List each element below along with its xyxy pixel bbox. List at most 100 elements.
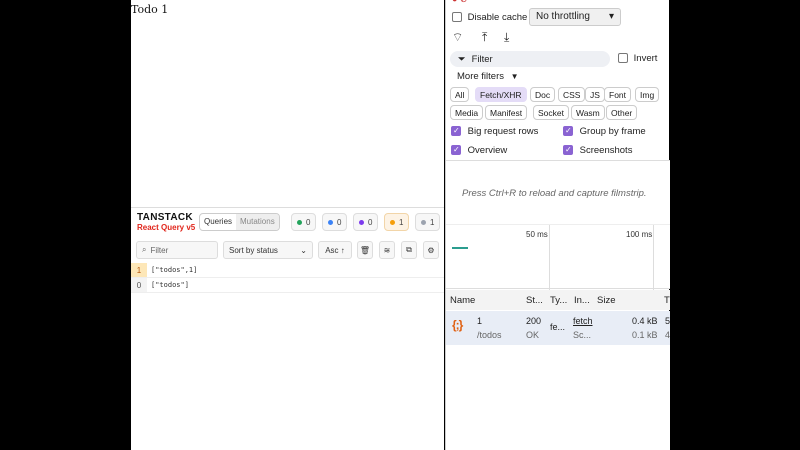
fetching-count: 0 <box>337 217 342 227</box>
timeline-gridline <box>653 225 654 290</box>
overview-checkbox[interactable] <box>451 145 461 156</box>
top-toolbar-partial: ● ⊘ <box>452 0 662 4</box>
throttling-dropdown[interactable]: No throttling ▾ <box>529 8 621 26</box>
panel-position-icon[interactable]: ⧉ <box>401 241 417 259</box>
fresh-count-badge: 0 <box>291 213 317 231</box>
paused-count-badge: 0 <box>353 213 379 231</box>
timeline-request-bar <box>452 247 468 249</box>
tab-mutations[interactable]: Mutations <box>236 214 279 230</box>
query-key: ["todos",1] <box>151 266 198 274</box>
trash-icon[interactable]: 🗑 <box>357 241 373 259</box>
export-har-icon[interactable]: ⤓ <box>504 30 509 45</box>
chevron-down-icon: ⌄ <box>300 245 307 255</box>
settings-icon[interactable]: ⚙ <box>423 241 439 259</box>
group-by-frame-option[interactable]: Group by frame <box>563 126 646 137</box>
fresh-count: 0 <box>306 217 311 227</box>
filmstrip-hint: Press Ctrl+R to reload and capture films… <box>462 188 647 199</box>
filter-chip-media[interactable]: Media <box>450 105 484 120</box>
query-row[interactable]: 1 ["todos",1] <box>131 263 444 278</box>
filter-chip-socket[interactable]: Socket <box>533 105 569 120</box>
paused-dot-icon <box>359 219 364 225</box>
query-key: ["todos"] <box>151 281 189 289</box>
stale-dot-icon <box>390 219 395 225</box>
filter-chip-font[interactable]: Font <box>604 87 632 102</box>
tanstack-devtools-panel: TANSTACK React Query v5 Queries Mutation… <box>131 207 444 450</box>
more-filters-label: More filters <box>457 71 504 82</box>
column-size[interactable]: Size <box>597 295 615 306</box>
timeline-gridline <box>549 225 550 290</box>
import-har-icon[interactable]: ⤒ <box>482 30 487 45</box>
tanstack-logo-subtitle: React Query v5 <box>137 223 196 232</box>
network-filter-input[interactable]: ⏷ Filter <box>450 51 610 67</box>
request-size: 0.4 kB <box>632 316 658 326</box>
filter-chip-fetch-xhr[interactable]: Fetch/XHR <box>475 87 527 102</box>
overview-label: Overview <box>467 145 508 156</box>
network-filter-placeholder: Filter <box>471 53 493 65</box>
invert-label: Invert <box>633 53 658 64</box>
filter-chip-all[interactable]: All <box>450 87 470 102</box>
column-name[interactable]: Name <box>450 295 475 306</box>
filter-chip-css[interactable]: CSS <box>558 87 586 102</box>
big-request-rows-option[interactable]: Big request rows <box>451 126 538 137</box>
timeline-tick-label: 50 ms <box>526 230 548 239</box>
query-filter-placeholder: Filter <box>150 245 169 255</box>
screenshots-option[interactable]: Screenshots <box>563 145 632 156</box>
more-filters-toggle[interactable]: More filters ▼ <box>457 71 519 82</box>
column-initiator[interactable]: In... <box>574 295 590 306</box>
column-status[interactable]: St... <box>526 295 543 306</box>
request-size-sub: 0.1 kB <box>632 330 658 340</box>
network-conditions-icon[interactable]: ⌔ <box>452 30 463 45</box>
filter-chip-js[interactable]: JS <box>585 87 605 102</box>
paused-count: 0 <box>368 217 373 227</box>
query-filter-input[interactable]: ⌕ Filter <box>136 241 218 259</box>
network-overview-timeline[interactable]: 50 ms 100 ms <box>446 224 670 290</box>
filter-chip-other[interactable]: Other <box>606 105 638 120</box>
tab-queries[interactable]: Queries <box>200 214 236 230</box>
column-time[interactable]: T <box>664 295 670 306</box>
fetching-count-badge: 0 <box>322 213 348 231</box>
fresh-dot-icon <box>297 219 302 225</box>
screenshots-label: Screenshots <box>579 145 633 156</box>
big-request-rows-label: Big request rows <box>467 126 539 137</box>
invert-checkbox[interactable] <box>618 53 628 64</box>
request-status-text: OK <box>526 330 540 340</box>
dropdown-arrow-icon: ▾ <box>608 11 614 22</box>
fetch-request-icon: {;} <box>452 318 463 332</box>
group-by-frame-label: Group by frame <box>579 126 646 137</box>
tanstack-logo-title[interactable]: TANSTACK <box>137 212 193 223</box>
request-initiator-link[interactable]: fetch <box>573 316 593 326</box>
query-observer-count: 1 <box>131 263 147 277</box>
fetching-dot-icon <box>328 219 333 225</box>
inactive-count-badge: 1 <box>415 213 441 231</box>
inactive-dot-icon <box>421 219 426 225</box>
filter-chip-doc[interactable]: Doc <box>530 87 556 102</box>
filter-chip-manifest[interactable]: Manifest <box>485 105 528 120</box>
chrome-devtools-network: ● ⊘ Disable cache No throttling ▾ ⌔ ⤒ ⤓ … <box>445 0 670 450</box>
network-table-empty-area <box>446 345 670 450</box>
inactive-count: 1 <box>430 217 435 227</box>
disable-cache-checkbox[interactable] <box>452 12 462 23</box>
filter-icon: ⏷ <box>458 53 466 65</box>
wifi-icon[interactable]: ≋ <box>379 241 395 259</box>
sort-select[interactable]: Sort by status ⌄ <box>223 241 313 259</box>
request-time-sub: 4 <box>665 330 671 340</box>
network-request-row[interactable]: {;} 1 /todos 200 OK fe... fetch Sc... 0.… <box>446 311 670 345</box>
invert-option[interactable]: Invert <box>618 53 657 64</box>
disable-cache-option[interactable]: Disable cache <box>452 12 527 23</box>
sort-label: Sort by status <box>229 245 278 255</box>
filter-chip-wasm[interactable]: Wasm <box>571 105 605 120</box>
query-row[interactable]: 0 ["todos"] <box>131 278 444 293</box>
filter-chip-img[interactable]: Img <box>635 87 660 102</box>
search-icon: ⌕ <box>142 245 147 254</box>
tanstack-toolbar: ⌕ Filter Sort by status ⌄ Asc ↑ 🗑 ≋ ⧉ ⚙ <box>131 241 444 261</box>
group-by-frame-checkbox[interactable] <box>563 126 573 137</box>
screenshots-checkbox[interactable] <box>563 145 573 156</box>
column-type[interactable]: Ty... <box>550 295 567 306</box>
tanstack-header: TANSTACK React Query v5 Queries Mutation… <box>131 208 444 238</box>
throttling-value: No throttling <box>536 11 590 22</box>
big-request-rows-checkbox[interactable] <box>451 126 461 137</box>
view-switcher: Queries Mutations <box>199 213 280 231</box>
sort-order-button[interactable]: Asc ↑ <box>318 241 352 259</box>
overview-option[interactable]: Overview <box>451 145 507 156</box>
request-status: 200 <box>526 316 542 326</box>
